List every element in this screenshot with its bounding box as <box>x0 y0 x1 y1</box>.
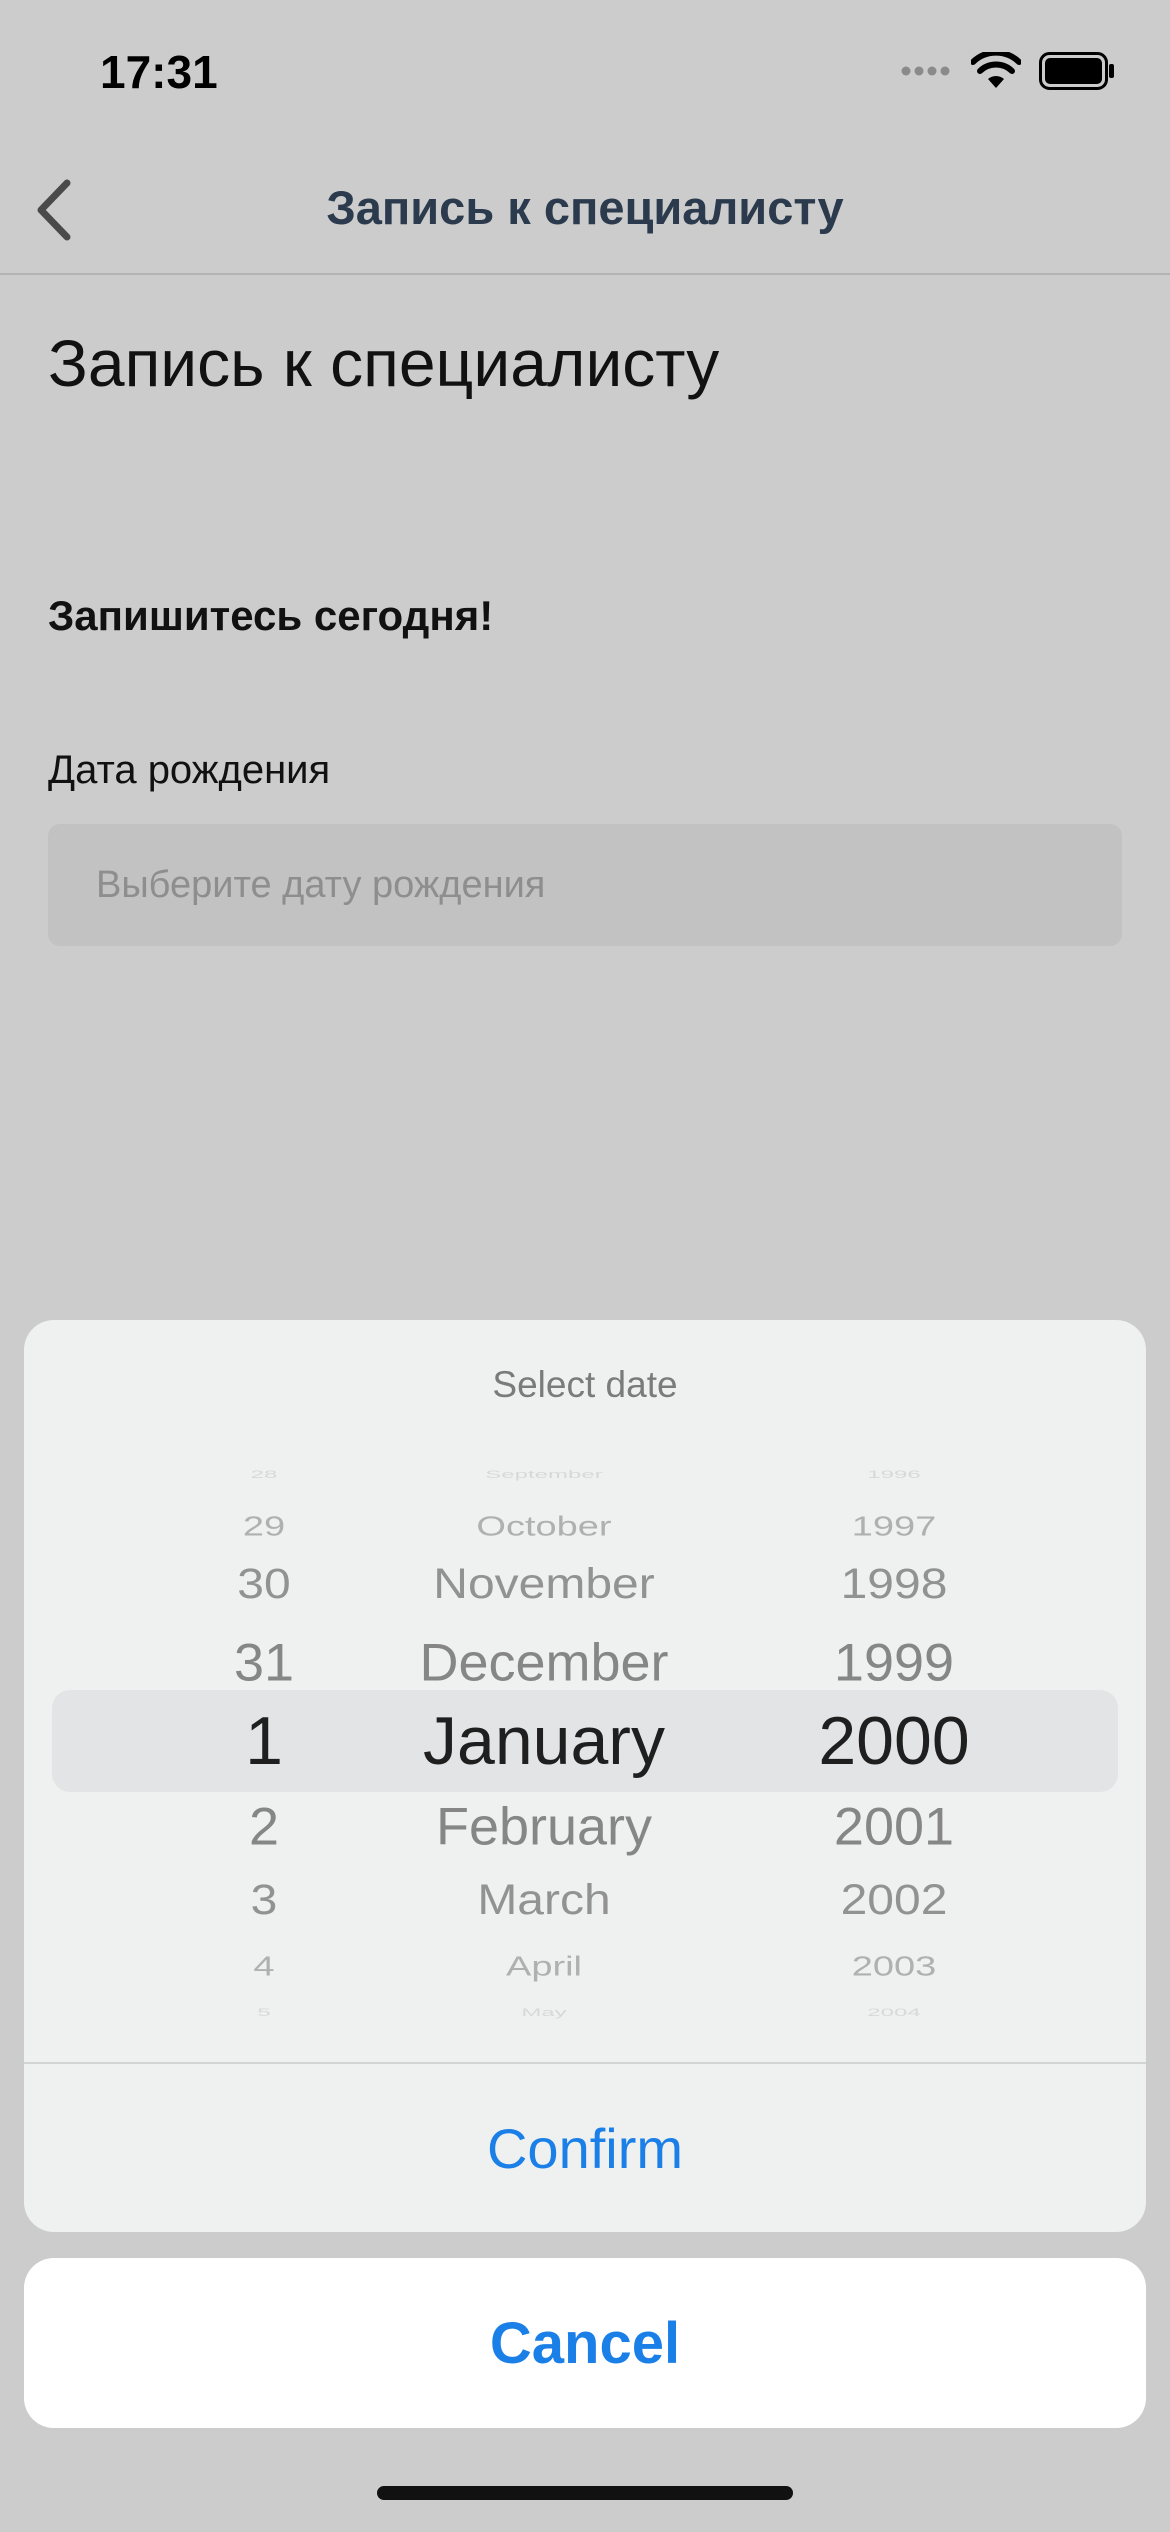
picker-item[interactable]: 1996 <box>754 1469 1034 1481</box>
picker-item[interactable]: 3 <box>174 1879 354 1922</box>
picker-item[interactable]: May <box>344 2007 744 2019</box>
status-bar: 17:31 <box>0 0 1170 150</box>
nav-bar: Запись к специалисту <box>0 150 1170 275</box>
picker-item[interactable]: 29 <box>174 1513 354 1540</box>
picker-item[interactable]: 31 <box>174 1637 354 1689</box>
picker-item-selected[interactable]: January <box>344 1707 744 1775</box>
date-picker-title: Select date <box>492 1364 678 1405</box>
picker-item[interactable]: November <box>344 1563 744 1606</box>
status-icons <box>901 52 1115 90</box>
home-indicator <box>377 2486 793 2500</box>
picker-item[interactable]: December <box>344 1637 744 1689</box>
picker-item[interactable]: 4 <box>174 1953 354 1980</box>
picker-item[interactable]: 28 <box>174 1469 354 1481</box>
promo-heading: Запишитесь сегодня! <box>48 592 494 639</box>
picker-item[interactable]: 2003 <box>754 1953 1034 1980</box>
confirm-button[interactable]: Confirm <box>24 2064 1146 2232</box>
picker-item[interactable]: April <box>344 1953 744 1980</box>
nav-title: Запись к специалисту <box>326 181 844 234</box>
status-time: 17:31 <box>100 46 218 98</box>
picker-item[interactable]: February <box>344 1801 744 1853</box>
day-wheel[interactable]: 28 29 30 31 1 2 3 4 5 <box>174 1465 354 2025</box>
wifi-icon <box>971 52 1021 88</box>
picker-item-selected[interactable]: 2000 <box>754 1707 1034 1775</box>
picker-item[interactable]: 2002 <box>754 1879 1034 1922</box>
picker-item-selected[interactable]: 1 <box>174 1707 354 1775</box>
picker-item[interactable]: 2 <box>174 1801 354 1853</box>
picker-item[interactable]: March <box>344 1879 744 1922</box>
picker-item[interactable]: 30 <box>174 1563 354 1606</box>
picker-item[interactable]: October <box>344 1513 744 1540</box>
battery-icon <box>1039 52 1114 90</box>
date-picker-wheels: 28 29 30 31 1 2 3 4 5 September October November De… <box>24 1465 1146 2025</box>
picker-item[interactable]: 1998 <box>754 1563 1034 1606</box>
picker-item[interactable]: September <box>344 1469 744 1481</box>
picker-item[interactable]: 1997 <box>754 1513 1034 1540</box>
birthdate-label: Дата рождения <box>48 748 331 792</box>
picker-item[interactable]: 1999 <box>754 1637 1034 1689</box>
cancel-button[interactable]: Cancel <box>24 2258 1146 2428</box>
month-wheel[interactable]: September October November December January F… <box>344 1465 744 2025</box>
date-picker-sheet: Select date 28 29 30 31 1 2 3 4 5 September Octob… <box>24 1320 1146 2232</box>
page-title: Запись к специалисту <box>48 326 720 400</box>
signal-icon <box>901 66 950 76</box>
birthdate-input[interactable] <box>48 824 1122 946</box>
picker-item[interactable]: 5 <box>174 2007 354 2019</box>
picker-item[interactable]: 2001 <box>754 1801 1034 1853</box>
year-wheel[interactable]: 1996 1997 1998 1999 2000 2001 2002 2003 2004 <box>754 1465 1034 2025</box>
picker-item[interactable]: 2004 <box>754 2007 1034 2019</box>
